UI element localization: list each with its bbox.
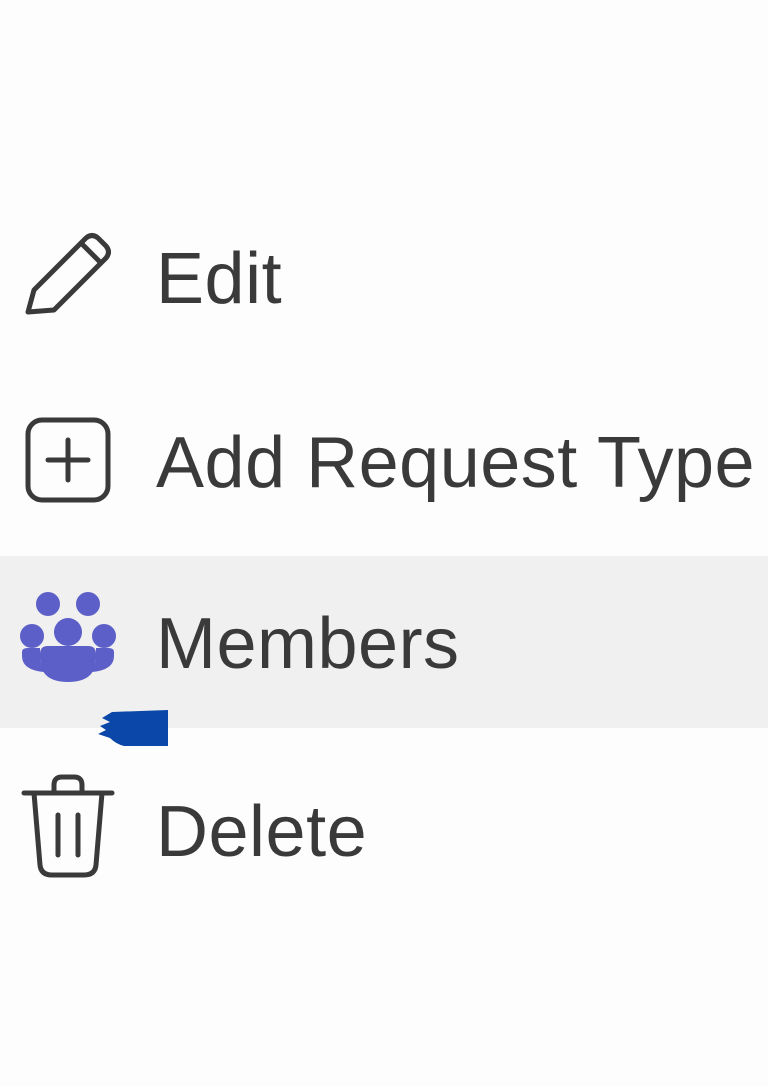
menu-item-delete[interactable]: Delete — [0, 762, 768, 912]
menu-item-edit[interactable]: Edit — [0, 210, 768, 350]
menu-item-label: Delete — [156, 792, 368, 872]
menu-item-label: Members — [156, 604, 460, 684]
trash-icon — [20, 774, 116, 878]
context-menu: Edit Add Request Type Members Delete — [0, 0, 768, 1086]
menu-item-members[interactable]: Members — [0, 556, 768, 728]
plus-square-icon — [20, 412, 116, 508]
cursor-mark — [98, 710, 168, 746]
menu-item-label: Add Request Type — [156, 423, 756, 503]
menu-item-label: Edit — [156, 239, 283, 319]
pencil-icon — [20, 230, 116, 326]
menu-item-add-request-type[interactable]: Add Request Type — [0, 390, 768, 530]
people-group-icon — [20, 592, 116, 688]
